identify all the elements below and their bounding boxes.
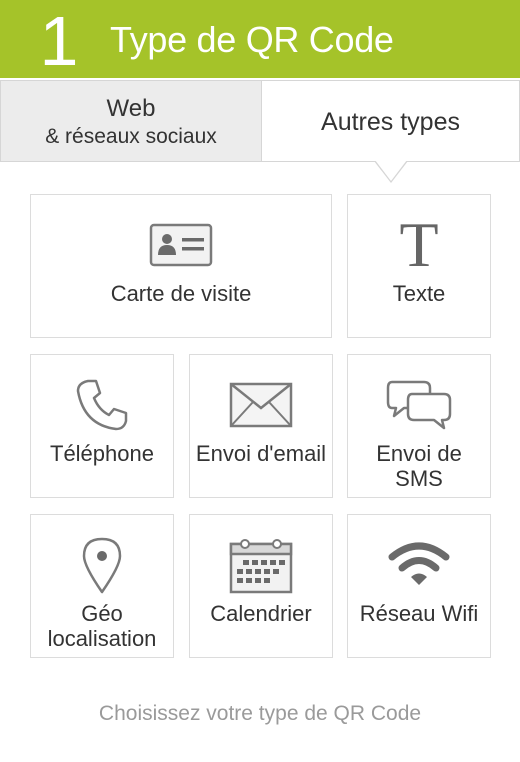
tile-wifi[interactable]: Réseau Wifi [347,514,491,658]
envelope-icon [190,377,332,433]
tile-business-card[interactable]: Carte de visite [30,194,332,338]
tile-business-card-label: Carte de visite [110,281,252,306]
text-t-glyph: T [399,209,439,280]
tile-email[interactable]: Envoi d'email [189,354,333,498]
text-t-icon: T [348,209,490,280]
map-pin-icon [31,537,173,594]
phone-icon [31,377,173,433]
chat-bubbles-icon [348,377,490,433]
tile-phone[interactable]: Téléphone [30,354,174,498]
tab-web-sublabel: & réseaux sociaux [45,125,217,148]
tile-phone-label: Téléphone [50,441,154,466]
tile-email-label: Envoi d'email [195,441,327,466]
active-tab-caret-fill [375,160,407,181]
tile-text[interactable]: T Texte [347,194,491,338]
tile-geolocation-label: Géo localisation [47,601,157,651]
wifi-icon [348,537,490,593]
footer-hint: Choisissez votre type de QR Code [98,702,422,725]
tile-calendar[interactable]: Calendrier [189,514,333,658]
tile-sms-label: Envoi de SMS [376,441,462,491]
header-bar: 1 Type de QR Code [0,0,520,78]
tile-calendar-label: Calendrier [210,601,312,626]
tab-web-social[interactable]: Web & réseaux sociaux [0,80,262,162]
step-number: 1 [39,2,79,78]
page-title: Type de QR Code [110,19,394,60]
calendar-icon [190,537,332,594]
tile-geolocation[interactable]: Géo localisation [30,514,174,658]
tab-other-types[interactable]: Autres types [262,80,520,162]
tile-wifi-label: Réseau Wifi [359,601,479,626]
tile-sms[interactable]: Envoi de SMS [347,354,491,498]
type-tabs: Web & réseaux sociaux Autres types [0,80,520,164]
tab-web-label: Web [106,95,156,122]
tile-text-label: Texte [392,281,446,306]
contact-card-icon [31,217,331,273]
